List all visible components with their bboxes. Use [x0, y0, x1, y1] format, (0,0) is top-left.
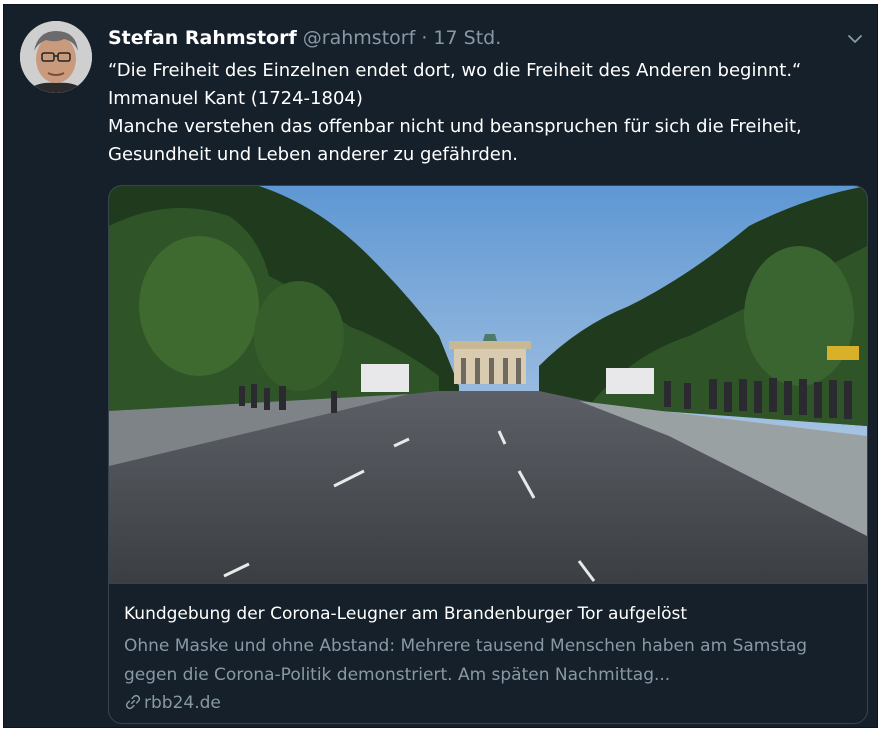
author-name[interactable]: Stefan Rahmstorf — [108, 27, 297, 49]
separator-dot: · — [421, 27, 428, 49]
tweet-text-line: Immanuel Kant (1724-1804) — [108, 88, 363, 109]
tweet-text: “Die Freiheit des Einzelnen endet dort, … — [108, 57, 877, 169]
card-title[interactable]: Kundgebung der Corona-Leugner am Branden… — [124, 602, 687, 626]
brandenburg-gate-photo — [109, 186, 867, 583]
tweet-text-line: “Die Freiheit des Einzelnen endet dort, … — [108, 60, 802, 81]
tweet-header: Stefan Rahmstorf @rahmstorf · 17 Std. — [108, 25, 865, 51]
author-handle[interactable]: @rahmstorf — [303, 27, 415, 49]
avatar-photo — [20, 21, 92, 93]
card-image[interactable] — [109, 186, 867, 583]
card-body[interactable]: Kundgebung der Corona-Leugner am Branden… — [109, 583, 867, 723]
tweet-container: Stefan Rahmstorf @rahmstorf · 17 Std. “D… — [3, 4, 878, 728]
card-domain[interactable]: rbb24.de — [124, 691, 221, 715]
avatar[interactable] — [20, 21, 92, 93]
link-card[interactable]: Kundgebung der Corona-Leugner am Branden… — [108, 185, 868, 724]
chevron-down-icon[interactable] — [845, 29, 865, 49]
link-icon — [125, 694, 141, 710]
card-description: Ohne Maske und ohne Abstand: Mehrere tau… — [124, 636, 808, 685]
tweet-text-line: Manche verstehen das offenbar nicht und … — [108, 116, 802, 165]
tweet-timestamp[interactable]: 17 Std. — [433, 27, 501, 49]
card-domain-text: rbb24.de — [144, 693, 221, 713]
